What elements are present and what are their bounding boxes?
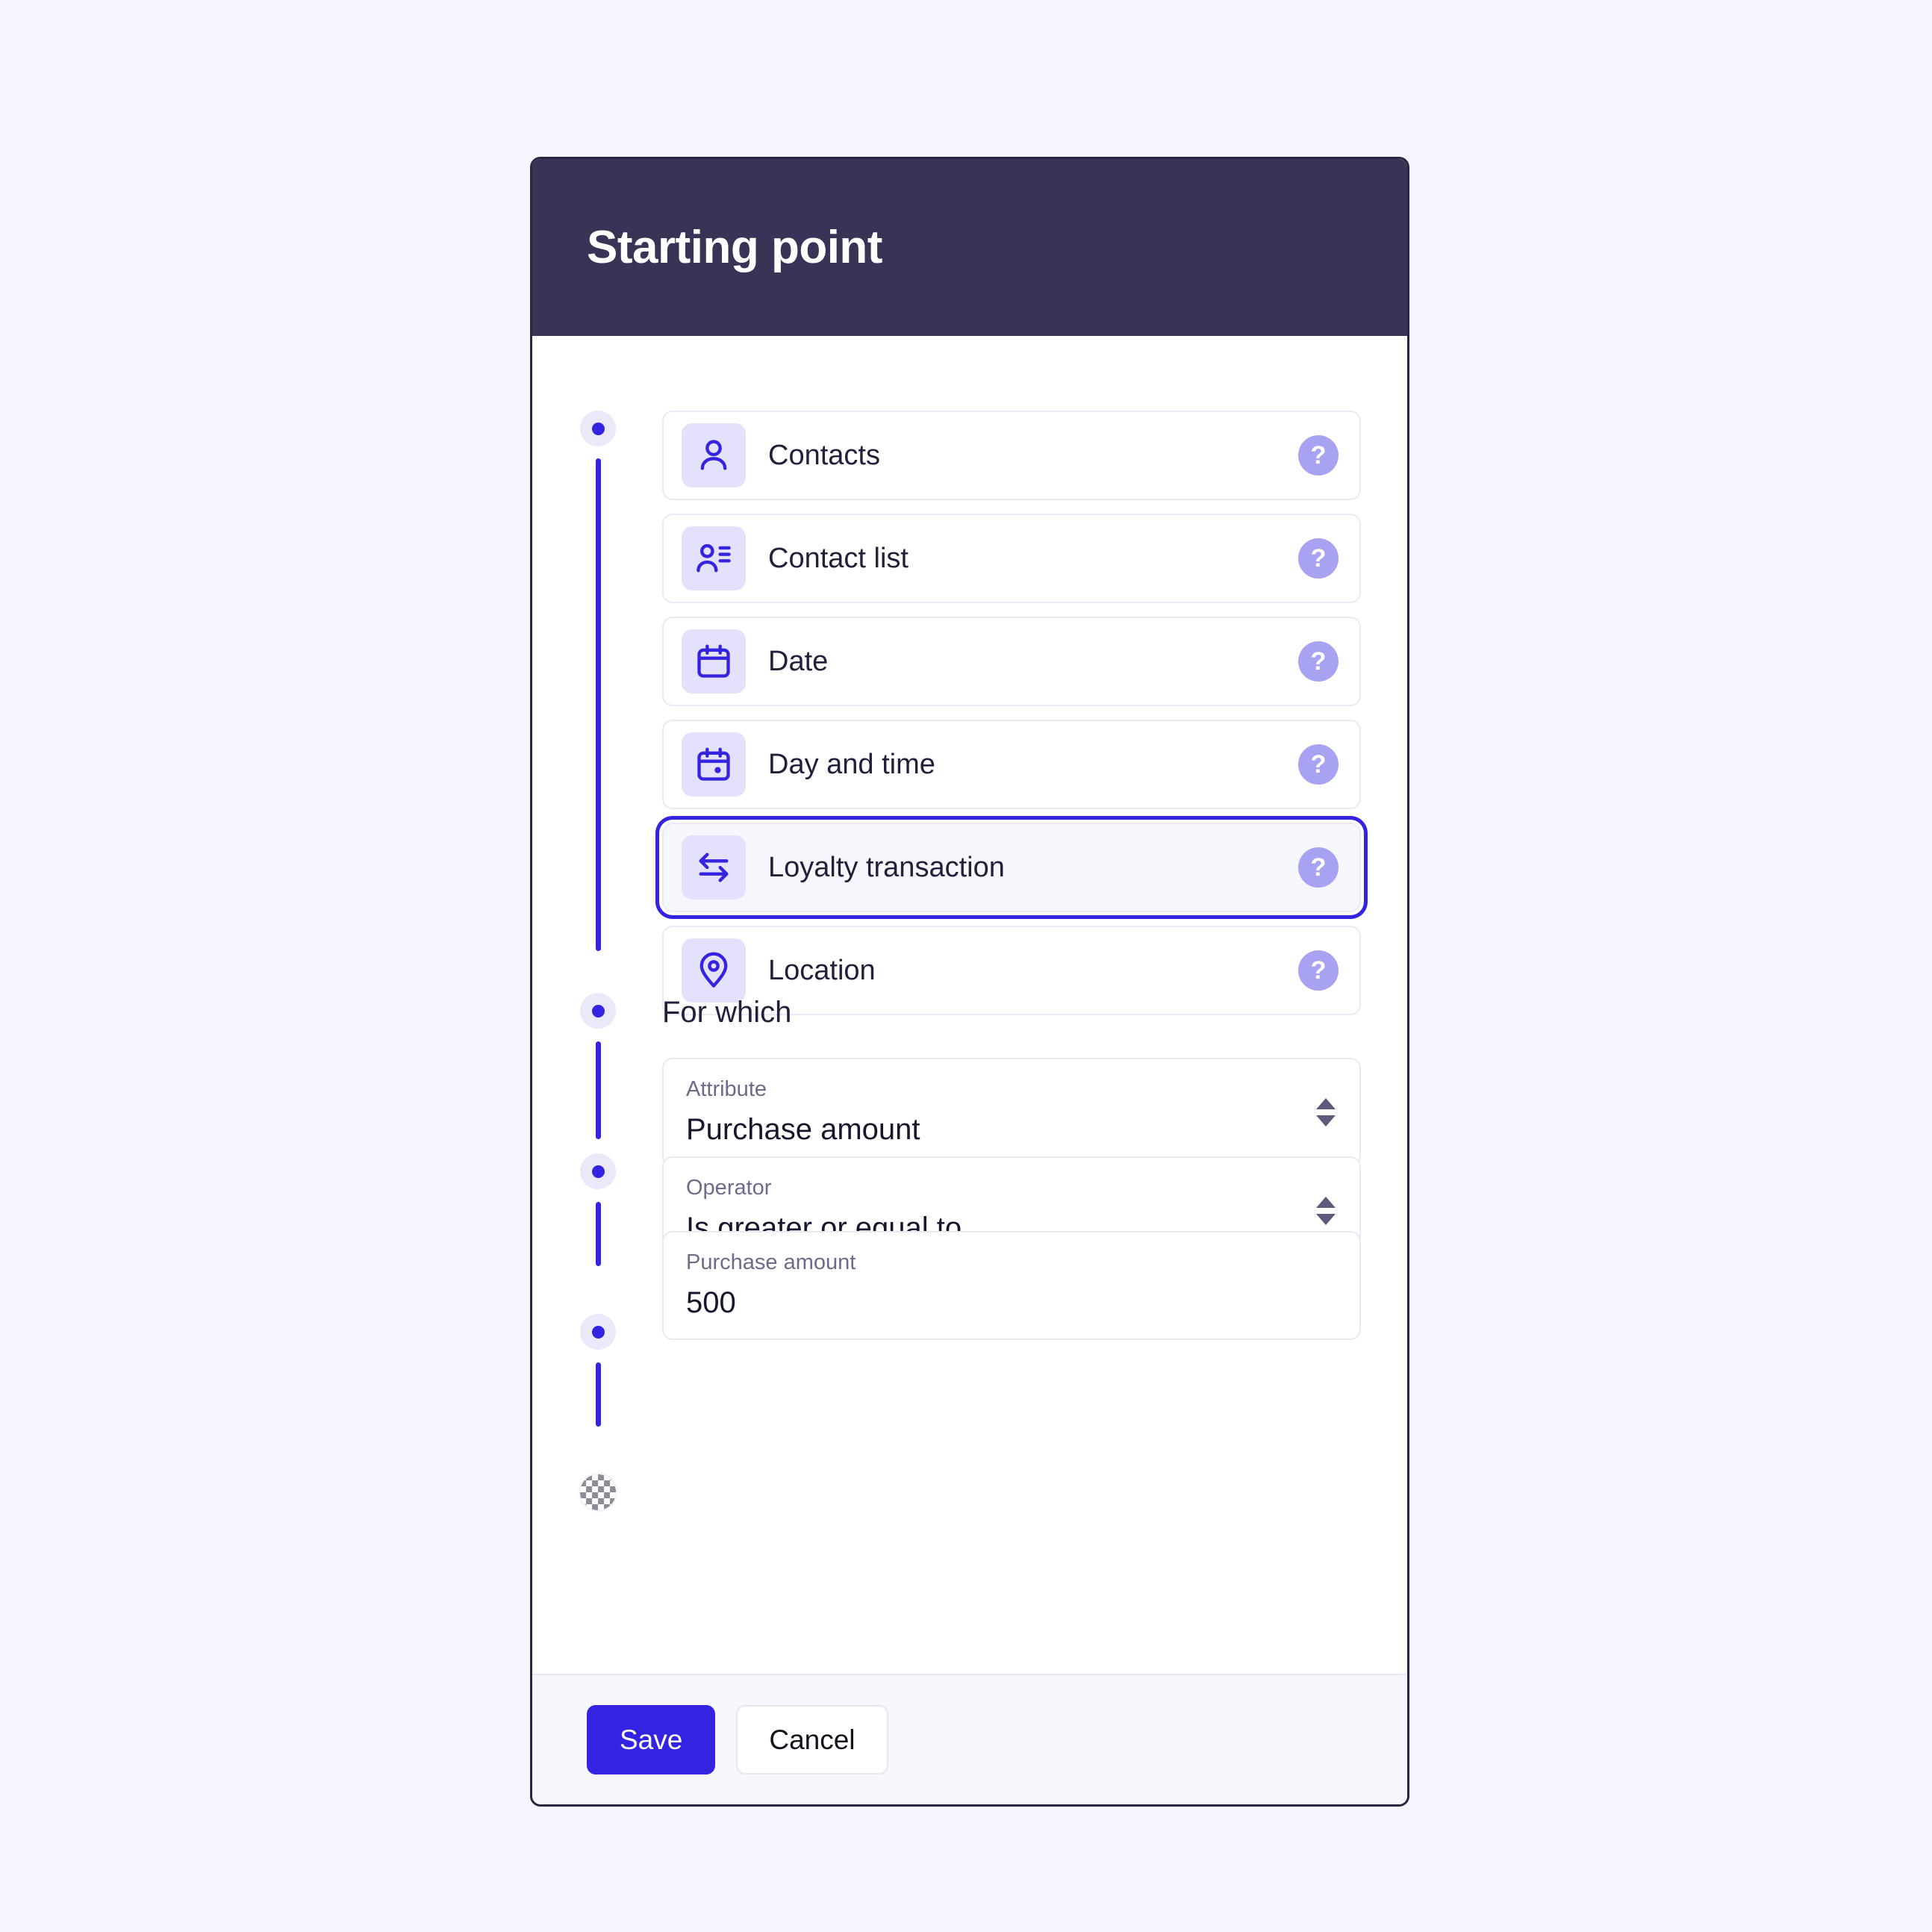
attribute-field[interactable]: Attribute Purchase amount bbox=[662, 1058, 1361, 1167]
timeline-rail-amount bbox=[579, 1314, 617, 1474]
chevron-down-icon bbox=[1316, 1115, 1336, 1127]
save-button[interactable]: Save bbox=[587, 1705, 716, 1774]
trigger-options-section: Contacts ? Contact list ? Date ? Day and… bbox=[532, 411, 1407, 1015]
option-label: Loyalty transaction bbox=[768, 852, 1005, 883]
option-list: Contacts ? Contact list ? Date ? Day and… bbox=[662, 411, 1361, 1015]
help-icon[interactable]: ? bbox=[1298, 641, 1339, 682]
contact-list-icon bbox=[682, 526, 746, 590]
dialog-body: Contacts ? Contact list ? Date ? Day and… bbox=[532, 336, 1407, 1674]
dialog-footer: Save Cancel bbox=[532, 1674, 1407, 1804]
attribute-field-label: Attribute bbox=[686, 1077, 767, 1101]
attribute-field-value: Purchase amount bbox=[686, 1113, 920, 1146]
dialog-header: Starting point bbox=[532, 159, 1407, 336]
option-label: Date bbox=[768, 646, 829, 677]
help-icon[interactable]: ? bbox=[1298, 847, 1339, 888]
timeline-connector bbox=[595, 1041, 601, 1139]
map-pin-icon bbox=[682, 938, 746, 1003]
option-row-contacts[interactable]: Contacts ? bbox=[662, 411, 1361, 500]
page-title: Starting point bbox=[587, 221, 882, 273]
timeline-connector bbox=[595, 1202, 601, 1266]
timeline-rail-options bbox=[579, 411, 617, 963]
chevron-down-icon bbox=[1316, 1214, 1336, 1225]
help-icon[interactable]: ? bbox=[1298, 435, 1339, 476]
help-icon[interactable]: ? bbox=[1298, 538, 1339, 579]
timeline-dot bbox=[580, 411, 616, 446]
for-which-heading: For which bbox=[662, 996, 792, 1029]
option-row-contact-list[interactable]: Contact list ? bbox=[662, 514, 1361, 603]
timeline-dot bbox=[580, 993, 616, 1029]
timeline-rail-operator bbox=[579, 1153, 617, 1314]
purchase-amount-field[interactable]: Purchase amount 500 bbox=[662, 1231, 1361, 1340]
timeline-dot-core bbox=[591, 422, 605, 435]
purchase-amount-field-label: Purchase amount bbox=[686, 1250, 856, 1274]
help-icon[interactable]: ? bbox=[1298, 744, 1339, 785]
help-icon[interactable]: ? bbox=[1298, 950, 1339, 991]
timeline-dot-core bbox=[591, 1325, 605, 1339]
timeline-dot-core bbox=[591, 1004, 605, 1018]
user-icon bbox=[682, 423, 746, 487]
purchase-amount-field-value: 500 bbox=[686, 1286, 736, 1319]
screen: Starting point Contacts ? Contact list ?… bbox=[0, 0, 1932, 1932]
timeline-dot-core bbox=[591, 1165, 605, 1178]
timeline-connector bbox=[595, 458, 601, 951]
calendar-icon bbox=[682, 629, 746, 694]
starting-point-dialog: Starting point Contacts ? Contact list ?… bbox=[530, 157, 1409, 1807]
transfer-arrows-icon bbox=[682, 835, 746, 900]
calendar-clock-icon bbox=[682, 732, 746, 797]
timeline-dot bbox=[580, 1153, 616, 1189]
option-label: Contacts bbox=[768, 440, 880, 471]
option-row-day-and-time[interactable]: Day and time ? bbox=[662, 720, 1361, 809]
option-label: Day and time bbox=[768, 749, 935, 780]
timeline-rail-for-which bbox=[579, 993, 617, 1153]
chevron-up-icon bbox=[1316, 1197, 1336, 1208]
option-row-date[interactable]: Date ? bbox=[662, 617, 1361, 706]
chevron-up-icon bbox=[1316, 1098, 1336, 1109]
timeline-dot bbox=[580, 1314, 616, 1350]
operator-field-label: Operator bbox=[686, 1176, 772, 1200]
option-label: Location bbox=[768, 955, 876, 986]
option-label: Contact list bbox=[768, 543, 909, 574]
operator-stepper[interactable] bbox=[1316, 1197, 1336, 1225]
timeline-rail-end bbox=[579, 1474, 617, 1519]
timeline-connector bbox=[595, 1362, 601, 1427]
transparency-placeholder-icon bbox=[580, 1474, 616, 1510]
cancel-button[interactable]: Cancel bbox=[736, 1705, 888, 1774]
option-row-loyalty-transaction[interactable]: Loyalty transaction ? bbox=[662, 823, 1361, 912]
attribute-stepper[interactable] bbox=[1316, 1098, 1336, 1127]
